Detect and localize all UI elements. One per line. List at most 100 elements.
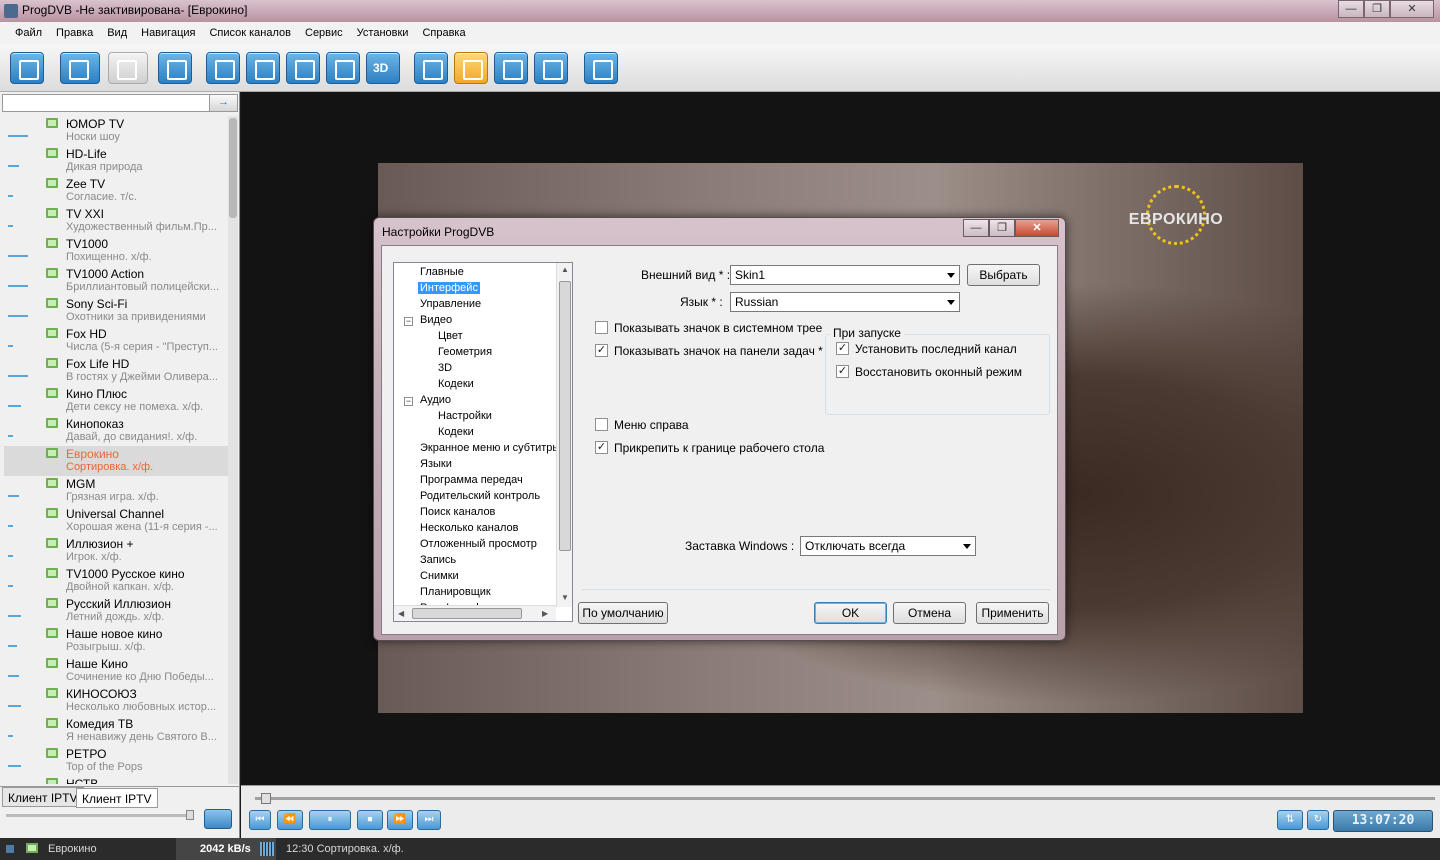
defaults-button[interactable]: По умолчанию <box>578 602 668 624</box>
tab-iptv-client-1[interactable]: Клиент IPTV <box>2 787 84 807</box>
tree-item[interactable]: Языки <box>394 457 556 473</box>
channel-item[interactable]: Русский Иллюзион Летний дождь. х/ф. <box>4 596 228 626</box>
menu-navigation[interactable]: Навигация <box>134 22 202 44</box>
aspect-icon[interactable]: ⇅ <box>1277 810 1303 830</box>
scroll-up-icon[interactable]: ▲ <box>561 265 569 274</box>
grid-multi-icon[interactable] <box>326 52 360 84</box>
maximize-button[interactable]: ❐ <box>1364 0 1390 18</box>
language-select[interactable]: Russian <box>730 292 960 312</box>
fast-forward-icon[interactable]: ⏩ <box>387 810 413 830</box>
zoom-icon[interactable] <box>158 52 192 84</box>
menu-help[interactable]: Справка <box>415 22 472 44</box>
tree-item[interactable]: − Аудио <box>394 393 556 409</box>
tree-item[interactable]: 3D <box>394 361 556 377</box>
choose-skin-button[interactable]: Выбрать <box>967 264 1040 286</box>
close-button[interactable]: ✕ <box>1390 0 1434 18</box>
channel-item[interactable]: Комедия ТВ Я ненавижу день Святого В... <box>4 716 228 746</box>
tree-item[interactable]: Несколько каналов <box>394 521 556 537</box>
3d-icon[interactable] <box>366 52 400 84</box>
tree-item[interactable]: Кодеки <box>394 425 556 441</box>
scroll-left-icon[interactable]: ◀ <box>398 609 404 618</box>
tree-item[interactable]: − Видео <box>394 313 556 329</box>
channel-item[interactable]: Sony Sci-Fi Охотники за привидениями <box>4 296 228 326</box>
tree-item[interactable]: Цвет <box>394 329 556 345</box>
speaker-icon[interactable] <box>204 809 232 829</box>
menu-right-checkbox[interactable] <box>595 418 608 431</box>
channel-item[interactable]: MGM Грязная игра. х/ф. <box>4 476 228 506</box>
appearance-select[interactable]: Skin1 <box>730 265 960 285</box>
channel-item[interactable]: TV XXI Художественный фильм.Пр... <box>4 206 228 236</box>
tree-scroll-thumb[interactable] <box>559 281 571 551</box>
channel-item[interactable]: Иллюзион + Игрок. х/ф. <box>4 536 228 566</box>
tree-item[interactable]: Снимки <box>394 569 556 585</box>
seek-bar[interactable] <box>255 797 1435 800</box>
tree-item[interactable]: Программа передач <box>394 473 556 489</box>
last-channel-checkbox[interactable]: ✓ <box>836 342 849 355</box>
osd-icon[interactable] <box>454 52 488 84</box>
channel-item[interactable]: НСТВ <box>4 776 228 784</box>
channel-item[interactable]: Fox Life HD В гостях у Джейми Оливера... <box>4 356 228 386</box>
refresh-icon[interactable]: ↻ <box>1307 810 1329 830</box>
collapse-icon[interactable]: − <box>404 317 413 326</box>
pause-icon[interactable]: ⏸ <box>309 810 351 830</box>
gear-icon[interactable] <box>584 52 618 84</box>
restore-window-checkbox[interactable]: ✓ <box>836 365 849 378</box>
channel-item[interactable]: TV1000 Русское кино Двойной капкан. х/ф. <box>4 566 228 596</box>
channel-item[interactable]: Кино Плюс Дети сексу не помеха. х/ф. <box>4 386 228 416</box>
channel-item[interactable]: Еврокино Сортировка. х/ф. <box>4 446 228 476</box>
seek-knob[interactable] <box>261 793 271 804</box>
dialog-minimize-button[interactable]: — <box>963 219 989 237</box>
ok-button[interactable]: OK <box>814 602 887 624</box>
dialog-maximize-button[interactable]: ❐ <box>989 219 1015 237</box>
tree-item[interactable]: Геометрия <box>394 345 556 361</box>
tray-icon-checkbox[interactable] <box>595 321 608 334</box>
minimize-button[interactable]: — <box>1338 0 1364 18</box>
dialog-close-button[interactable]: ✕ <box>1015 219 1059 237</box>
channel-search-input[interactable]: → <box>2 94 238 112</box>
tree-item[interactable]: Родительский контроль <box>394 489 556 505</box>
tree-item[interactable]: Интерфейс <box>394 281 556 297</box>
menu-service[interactable]: Сервис <box>298 22 350 44</box>
tree-item[interactable]: Поиск каналов <box>394 505 556 521</box>
window-normal-icon[interactable] <box>206 52 240 84</box>
volume-slider[interactable] <box>6 814 194 817</box>
channel-item[interactable]: TV1000 Похищенно. х/ф. <box>4 236 228 266</box>
channel-item[interactable]: Кинопоказ Давай, до свидания!. х/ф. <box>4 416 228 446</box>
channel-item[interactable]: Наше Кино Сочинение ко Дню Победы... <box>4 656 228 686</box>
channel-list-scrollbar[interactable] <box>228 116 238 784</box>
tree-scrollbar[interactable]: ▲ ▼ <box>556 263 572 607</box>
tree-item[interactable]: Экранное меню и субтитры <box>394 441 560 457</box>
collapse-icon[interactable]: − <box>404 397 413 406</box>
menu-settings[interactable]: Установки <box>350 22 416 44</box>
tree-hscrollbar[interactable]: ◀ ▶ <box>394 605 556 621</box>
channel-item[interactable]: Universal Channel Хорошая жена (11-я сери… <box>4 506 228 536</box>
list-icon[interactable] <box>494 52 528 84</box>
channel-item[interactable]: РЕТРО Top of the Pops <box>4 746 228 776</box>
taskbar-icon-checkbox[interactable]: ✓ <box>595 344 608 357</box>
channel-item[interactable]: КИНОСОЮЗ Несколько любовных истор... <box>4 686 228 716</box>
channel-item[interactable]: Zee TV Согласие. т/с. <box>4 176 228 206</box>
rewind-icon[interactable]: ⏪ <box>277 810 303 830</box>
tree-item[interactable]: Управление <box>394 297 556 313</box>
scroll-right-icon[interactable]: ▶ <box>542 609 548 618</box>
dock-desktop-checkbox[interactable]: ✓ <box>595 441 608 454</box>
menu-view[interactable]: Вид <box>100 22 134 44</box>
channel-item[interactable]: Fox HD Числа (5-я серия - "Преступ... <box>4 326 228 356</box>
tree-hscroll-thumb[interactable] <box>412 608 522 619</box>
tab-iptv-client-2[interactable]: Клиент IPTV <box>76 788 158 808</box>
tree-item[interactable]: Кодеки <box>394 377 556 393</box>
menu-edit[interactable]: Правка <box>49 22 100 44</box>
tree-item[interactable]: Главные <box>394 265 556 281</box>
screensaver-select[interactable]: Отключать всегда <box>800 536 976 556</box>
back-icon[interactable] <box>60 52 100 84</box>
clock-icon[interactable] <box>534 52 568 84</box>
channel-item[interactable]: Наше новое кино Розыгрыш. х/ф. <box>4 626 228 656</box>
tree-item[interactable]: Планировщик <box>394 585 556 601</box>
menu-channel-list[interactable]: Список каналов <box>202 22 298 44</box>
cancel-button[interactable]: Отмена <box>893 602 966 624</box>
window-fit-icon[interactable] <box>246 52 280 84</box>
volume-knob[interactable] <box>186 810 194 820</box>
channel-item[interactable]: HD-Life Дикая природа <box>4 146 228 176</box>
window-icon[interactable] <box>10 52 44 84</box>
channel-item[interactable]: TV1000 Action Бриллиантовый полицейски... <box>4 266 228 296</box>
